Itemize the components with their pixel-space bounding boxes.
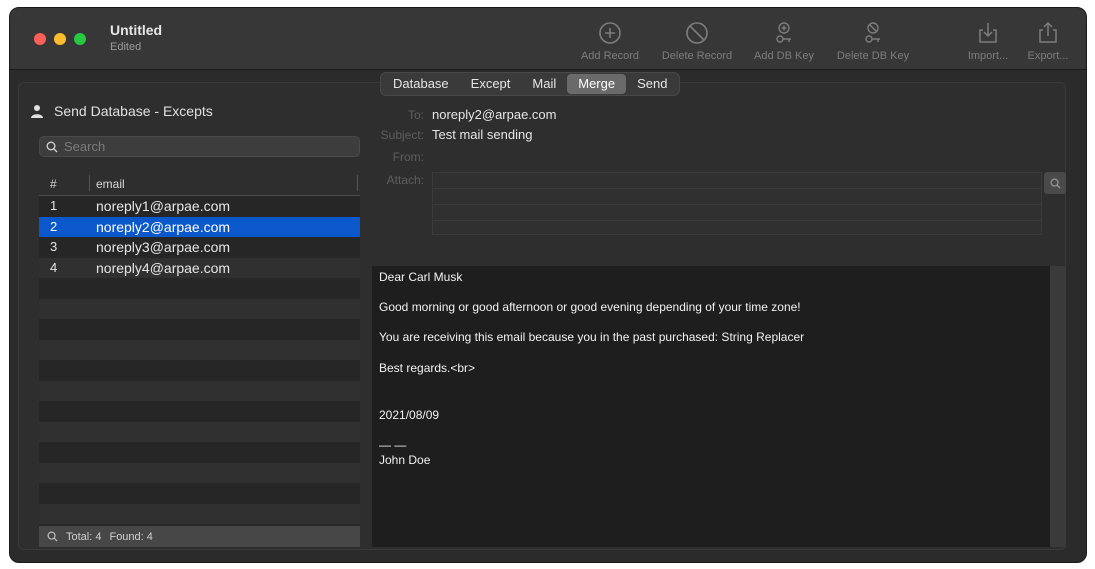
records-table: # email 1 noreply1@arpae.com 2 noreply2@… — [39, 171, 360, 526]
empty-row — [39, 278, 360, 299]
add-record-label: Add Record — [580, 50, 640, 62]
tab-merge[interactable]: Merge — [567, 74, 627, 94]
row-number: 3 — [50, 239, 58, 254]
add-key-icon — [776, 22, 791, 43]
list-divider — [433, 220, 1041, 221]
body-line: Good morning or good afternoon or good e… — [379, 300, 801, 314]
empty-row — [39, 442, 360, 463]
row-email: noreply3@arpae.com — [96, 239, 231, 255]
empty-row — [39, 421, 360, 442]
import-label: Import... — [967, 50, 1009, 62]
attach-search-button[interactable] — [1044, 172, 1066, 194]
minimize-window-button[interactable] — [54, 33, 66, 45]
search-icon[interactable] — [47, 531, 58, 542]
table-row[interactable]: 3 noreply3@arpae.com — [39, 237, 360, 258]
tab-bar: Database Except Mail Merge Send — [380, 72, 681, 96]
column-divider[interactable] — [89, 175, 90, 191]
add-db-key-label: Add DB Key — [754, 50, 814, 62]
delete-key-icon — [865, 22, 880, 43]
list-divider — [433, 188, 1041, 189]
list-divider — [433, 204, 1041, 205]
tab-send[interactable]: Send — [626, 74, 678, 94]
message-body-editor[interactable]: Dear Carl Musk Good morning or good afte… — [372, 266, 1050, 547]
row-email: noreply4@arpae.com — [96, 259, 231, 276]
tab-mail[interactable]: Mail — [521, 74, 567, 94]
found-count: Found: 4 — [109, 530, 153, 543]
share-export-icon — [1039, 21, 1057, 43]
add-db-key-button[interactable]: Add DB Key — [748, 20, 820, 66]
body-line: John Doe — [379, 453, 431, 467]
search-icon — [46, 141, 58, 152]
body-line: Dear Carl Musk — [379, 270, 463, 284]
empty-row — [39, 483, 360, 504]
import-button[interactable]: Import... — [960, 20, 1016, 66]
search-icon — [1050, 178, 1061, 189]
empty-row — [39, 380, 360, 401]
attachments-list[interactable] — [432, 172, 1042, 235]
empty-row — [39, 360, 360, 381]
from-label: From: — [392, 150, 424, 164]
table-row[interactable]: 1 noreply1@arpae.com — [39, 196, 360, 217]
column-header-number[interactable]: # — [50, 177, 57, 191]
sidebar-header: Send Database - Excepts — [30, 103, 213, 119]
add-record-button[interactable]: Add Record — [575, 20, 645, 66]
table-header: # email — [39, 171, 360, 196]
table-body: 1 noreply1@arpae.com 2 noreply2@arpae.co… — [39, 196, 360, 526]
column-header-email[interactable]: email — [96, 177, 125, 191]
window-subtitle: Edited — [110, 41, 142, 53]
title-bar: Untitled Edited Add Record Delete Record — [10, 8, 1086, 70]
to-label: To: — [407, 108, 424, 122]
attach-label: Attach: — [386, 173, 424, 187]
subject-value[interactable]: Test mail sending — [432, 127, 532, 142]
tab-except[interactable]: Except — [460, 74, 522, 94]
export-label: Export... — [1027, 50, 1069, 62]
body-line: — — — [379, 438, 407, 452]
close-window-button[interactable] — [34, 33, 46, 45]
prohibited-icon — [686, 22, 708, 44]
empty-row — [39, 319, 360, 340]
row-email: noreply1@arpae.com — [96, 198, 231, 214]
table-row-selected[interactable]: 2 noreply2@arpae.com — [39, 216, 360, 237]
import-icon — [979, 23, 997, 43]
delete-record-label: Delete Record — [661, 50, 733, 62]
to-value[interactable]: noreply2@arpae.com — [432, 107, 556, 122]
search-field[interactable] — [39, 136, 360, 157]
empty-row — [39, 503, 360, 524]
body-line: 2021/08/09 — [379, 408, 440, 422]
export-button[interactable]: Export... — [1020, 20, 1076, 66]
column-divider[interactable] — [357, 175, 358, 191]
subject-label: Subject: — [380, 128, 424, 142]
plus-circle-icon — [599, 22, 621, 44]
row-number: 1 — [50, 198, 58, 213]
status-bar: Total: 4 Found: 4 — [39, 526, 360, 547]
empty-row — [39, 298, 360, 319]
empty-row — [39, 401, 360, 422]
tab-database[interactable]: Database — [382, 74, 460, 94]
sidebar-title: Send Database - Excepts — [54, 103, 213, 119]
empty-row — [39, 339, 360, 360]
row-number: 2 — [50, 218, 58, 234]
delete-db-key-label: Delete DB Key — [836, 50, 910, 62]
row-email: noreply2@arpae.com — [96, 218, 231, 235]
window-title: Untitled — [110, 22, 163, 38]
delete-record-button[interactable]: Delete Record — [655, 20, 739, 66]
person-icon — [31, 105, 43, 118]
search-input[interactable] — [64, 139, 344, 154]
zoom-window-button[interactable] — [74, 33, 86, 45]
body-line: Best regards.<br> — [379, 361, 476, 375]
table-row[interactable]: 4 noreply4@arpae.com — [39, 257, 360, 278]
empty-row — [39, 462, 360, 483]
body-scrollbar[interactable] — [1050, 266, 1066, 547]
body-line: You are receiving this email because you… — [379, 330, 805, 344]
delete-db-key-button[interactable]: Delete DB Key — [830, 20, 916, 66]
row-number: 4 — [50, 259, 58, 275]
total-count: Total: 4 — [66, 530, 102, 543]
